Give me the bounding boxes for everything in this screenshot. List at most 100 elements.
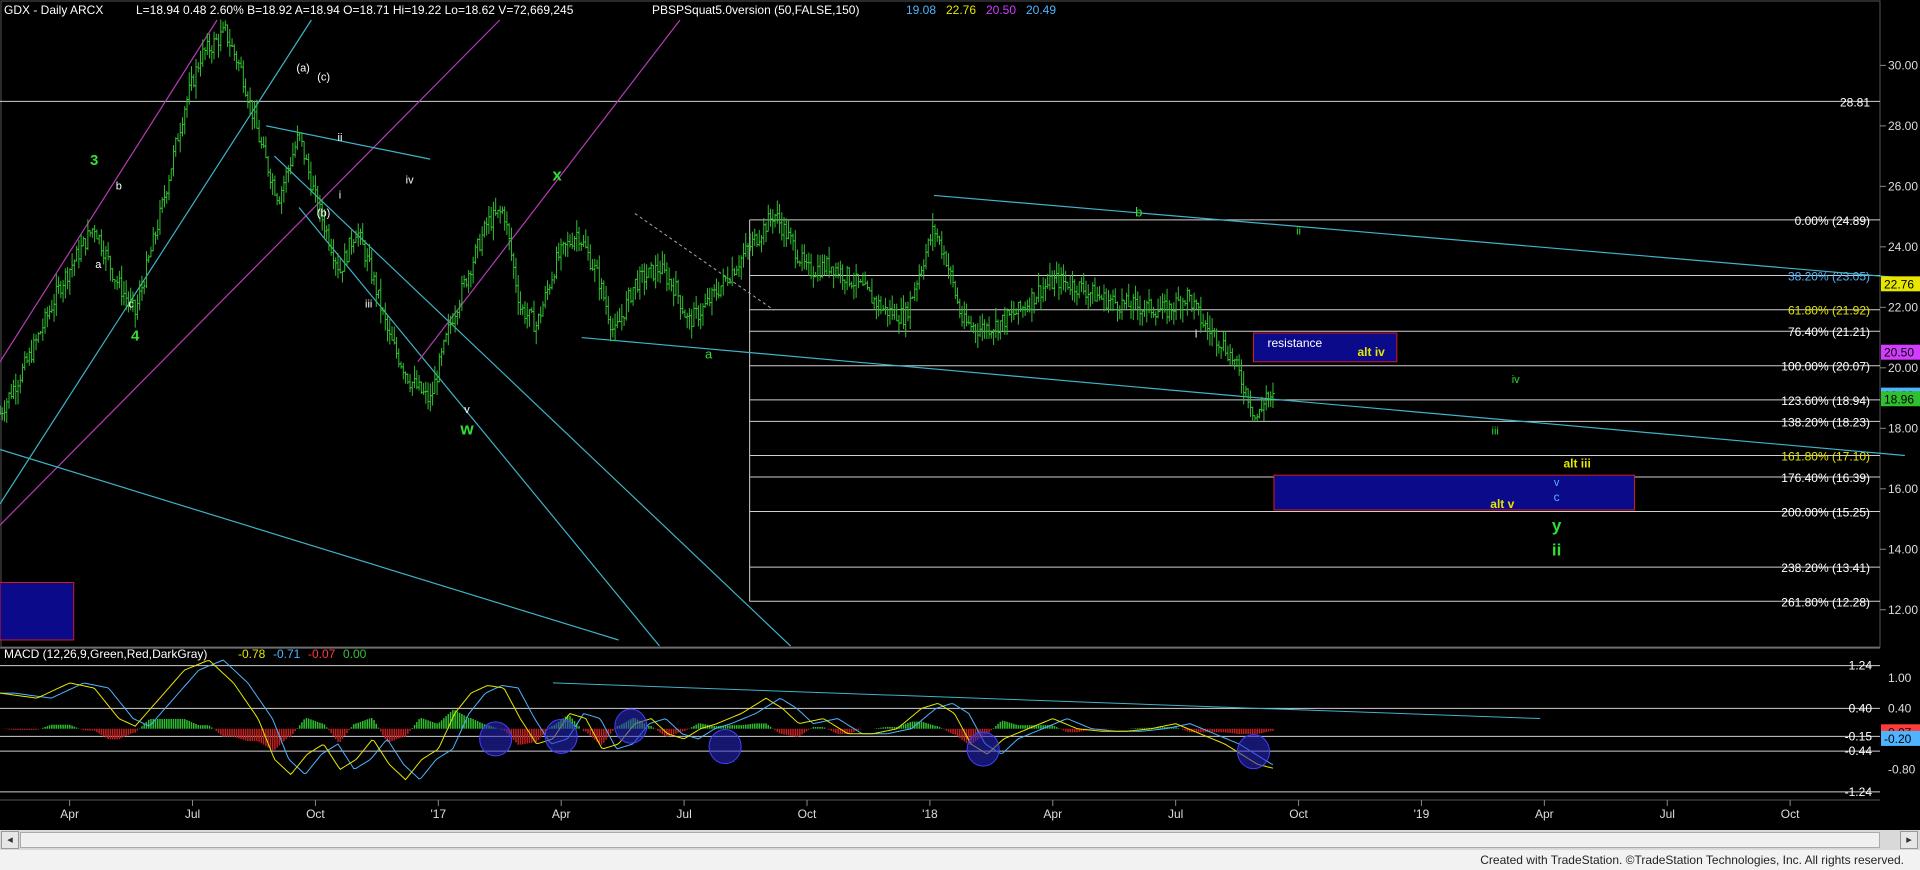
level-label: 200.00% (15.25) <box>1781 505 1870 519</box>
wave-label: iv <box>406 174 414 186</box>
y-tick-label: 26.00 <box>1888 179 1918 193</box>
y-tick-label: 30.00 <box>1888 58 1918 72</box>
macd-highlight-ellipse <box>966 731 1000 767</box>
wave-label: v <box>464 404 470 416</box>
macd-tick-label: 1.00 <box>1888 671 1912 685</box>
indicator-value-0: 19.08 <box>906 3 936 17</box>
macd-highlight-ellipse <box>614 708 648 744</box>
wave-label: w <box>459 419 474 438</box>
x-tick-label: '19 <box>1414 807 1430 821</box>
level-label: 261.80% (12.28) <box>1781 595 1870 609</box>
wave-label: iii <box>1492 425 1499 437</box>
wave-label: ii <box>1296 226 1301 238</box>
level-label: 100.00% (20.07) <box>1781 360 1870 374</box>
x-tick-label: Oct <box>1781 807 1800 821</box>
macd-highlight-ellipse <box>1237 734 1271 770</box>
x-tick-label: Jul <box>1168 807 1183 821</box>
wave-label: y <box>1552 516 1562 535</box>
y-tick-label: 14.00 <box>1888 542 1918 556</box>
x-tick-label: Apr <box>552 807 571 821</box>
wave-label: alt iii <box>1563 457 1590 471</box>
wave-label: i <box>1195 329 1197 341</box>
level-label: 176.40% (16.39) <box>1781 471 1870 485</box>
macd-level-label: -1.24 <box>1845 785 1873 799</box>
y-tick-label: 16.00 <box>1888 482 1918 496</box>
wave-label: 3 <box>90 152 98 169</box>
indicator-name: PBSPSquat5.0version (50,FALSE,150) <box>652 3 859 17</box>
chart-quote: L=18.94 0.48 2.60% B=18.92 A=18.94 O=18.… <box>136 3 574 17</box>
price-flag-label: 20.50 <box>1884 346 1914 360</box>
wave-label: ii <box>1552 540 1561 559</box>
scroll-left-icon[interactable]: ◂ <box>1 831 19 849</box>
price-chart-area: 28.81 0.00% (24.89) 38.20% (23.05) 61.80% (… <box>0 0 1920 870</box>
y-tick-label: 20.00 <box>1888 361 1918 375</box>
price-flag-label: 18.96 <box>1884 392 1914 406</box>
macd-highlight-ellipse <box>479 721 513 757</box>
wave-label: c <box>128 298 134 310</box>
chart-symbol: GDX - Daily ARCX <box>4 3 103 17</box>
x-tick-label: '18 <box>922 807 938 821</box>
wave-label: b <box>116 180 122 192</box>
macd-highlight-ellipse <box>544 718 578 754</box>
x-tick-label: Jul <box>676 807 691 821</box>
level-label: 61.80% (21.92) <box>1788 304 1870 318</box>
box-sublabel: alt v <box>1490 497 1514 511</box>
wave-label: (b) <box>317 208 330 220</box>
macd-level-label: -0.15 <box>1845 729 1873 743</box>
scroll-thumb[interactable] <box>20 832 1880 848</box>
macd-flag-label: -0.20 <box>1884 732 1912 746</box>
footer-bar: Created with TradeStation. ©TradeStation… <box>0 850 1920 870</box>
macd-value-0: -0.78 <box>238 647 266 661</box>
wave-label: iv <box>1512 374 1520 386</box>
wave-label: c <box>1554 490 1560 504</box>
macd-level-label: -0.44 <box>1845 744 1873 758</box>
macd-highlight-ellipse <box>708 729 742 765</box>
indicator-value-1: 22.76 <box>946 3 976 17</box>
x-tick-label: Jul <box>1660 807 1675 821</box>
x-tick-label: Oct <box>798 807 817 821</box>
x-tick-label: Apr <box>60 807 79 821</box>
x-tick-label: Oct <box>306 807 325 821</box>
x-tick-label: Oct <box>1289 807 1308 821</box>
indicator-value-2: 20.50 <box>986 3 1016 17</box>
chart-svg: 28.810.00% (24.89)38.20% (23.05)61.80% (… <box>0 0 1920 830</box>
x-tick-label: Apr <box>1043 807 1062 821</box>
footer-copyright: Created with TradeStation. ©TradeStation… <box>1480 853 1904 867</box>
price-flag-label: 22.76 <box>1884 277 1914 291</box>
level-label: 123.60% (18.94) <box>1781 394 1870 408</box>
y-tick-label: 24.00 <box>1888 240 1918 254</box>
horizontal-scrollbar[interactable]: ◂ ▸ <box>0 830 1920 850</box>
macd-value-3: 0.00 <box>343 647 367 661</box>
wave-label: (a) <box>296 62 309 74</box>
level-label: 28.81 <box>1840 95 1870 109</box>
wave-label: iii <box>365 298 372 310</box>
target-box-2 <box>0 582 75 641</box>
box-label: resistance <box>1268 336 1323 350</box>
y-tick-label: 22.00 <box>1888 300 1918 314</box>
macd-tick-label: -0.80 <box>1888 762 1916 776</box>
x-tick-label: Apr <box>1535 807 1554 821</box>
wave-label: a <box>95 259 102 271</box>
wave-label: a <box>705 347 713 362</box>
wave-label: (c) <box>317 71 330 83</box>
wave-label: v <box>1554 477 1560 489</box>
wave-label: ii <box>338 132 343 144</box>
indicator-value-3: 20.49 <box>1026 3 1056 17</box>
y-tick-label: 18.00 <box>1888 421 1918 435</box>
macd-level-label: 1.24 <box>1849 659 1873 673</box>
macd-label: MACD (12,26,9,Green,Red,DarkGray) <box>4 647 207 661</box>
x-tick-label: Jul <box>185 807 200 821</box>
level-label: 238.20% (13.41) <box>1781 561 1870 575</box>
y-tick-label: 28.00 <box>1888 119 1918 133</box>
level-label: 76.40% (21.21) <box>1788 325 1870 339</box>
wave-label: i <box>339 189 341 201</box>
x-tick-label: '17 <box>430 807 446 821</box>
y-tick-label: 12.00 <box>1888 603 1918 617</box>
scroll-right-icon[interactable]: ▸ <box>1900 831 1918 849</box>
wave-label: x <box>552 165 562 184</box>
level-label: 0.00% (24.89) <box>1795 214 1870 228</box>
target-box-1 <box>1273 474 1635 511</box>
box-sublabel: alt iv <box>1358 345 1386 359</box>
wave-label: b <box>1135 205 1142 220</box>
macd-value-2: -0.07 <box>308 647 336 661</box>
